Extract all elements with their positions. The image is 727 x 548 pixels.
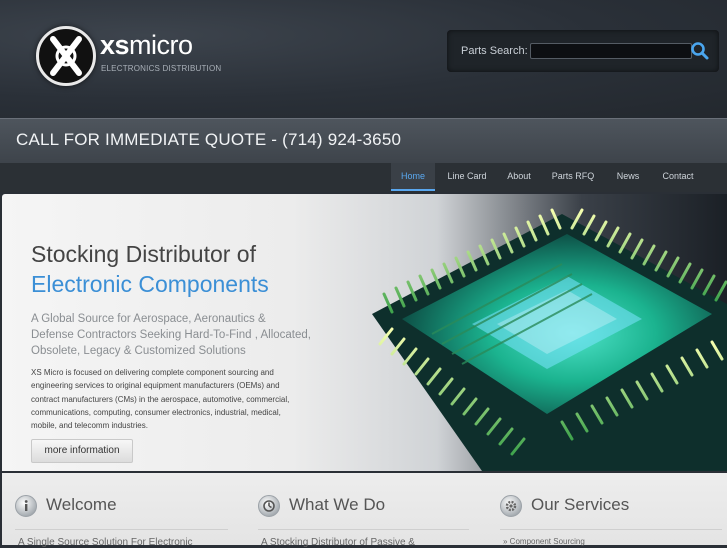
hero-subtitle: A Global Source for Aerospace, Aeronauti… [31, 313, 311, 357]
chip-image [372, 208, 727, 471]
our-services-title: Our Services [531, 495, 630, 514]
quote-text: CALL FOR IMMEDIATE QUOTE - (714) 924-365… [16, 130, 402, 149]
quote-banner: CALL FOR IMMEDIATE QUOTE - (714) 924-365… [0, 118, 727, 164]
what-we-do-column: What We Do A Stocking Distributor of Pas… [245, 473, 485, 548]
gear-icon [500, 495, 522, 517]
parts-search-input[interactable] [530, 43, 692, 59]
nav-item-about[interactable]: About [500, 163, 538, 189]
welcome-divider [15, 529, 228, 530]
features-row: Welcome A Single Source Solution For Ele… [2, 473, 727, 548]
search-label: Parts Search: [461, 45, 528, 57]
logo-icon[interactable] [36, 26, 96, 86]
search-icon[interactable] [690, 41, 710, 61]
what-we-do-title: What We Do [289, 495, 386, 514]
nav-item-news[interactable]: News [609, 163, 647, 189]
brand-rest: micro [129, 30, 193, 60]
nav-item-home[interactable]: Home [391, 163, 435, 191]
hero-body-text: XS Micro is focused on delivering comple… [31, 368, 290, 431]
our-services-column: Our Services » Component Sourcing [487, 473, 727, 546]
hero-title-line1: Stocking Distributor of [31, 241, 256, 267]
welcome-column: Welcome A Single Source Solution For Ele… [2, 473, 242, 548]
parts-search-panel: Parts Search: [447, 30, 719, 72]
site-header: xsmicro ELECTRONICS DISTRIBUTION Parts S… [0, 0, 727, 118]
more-information-button[interactable]: more information [31, 439, 133, 463]
hero-title-line2: Electronic Components [31, 271, 269, 297]
info-icon [15, 495, 37, 517]
our-services-divider [500, 529, 722, 530]
nav-item-line-card[interactable]: Line Card [441, 163, 493, 189]
brand-tagline: ELECTRONICS DISTRIBUTION [101, 64, 222, 73]
welcome-text: A Single Source Solution For Electronic [18, 537, 193, 548]
welcome-title: Welcome [46, 495, 117, 514]
what-we-do-divider [258, 529, 469, 530]
brand-name[interactable]: xsmicro [100, 30, 193, 61]
nav-item-parts-rfq[interactable]: Parts RFQ [546, 163, 600, 189]
hero-banner: Stocking Distributor of Electronic Compo… [2, 194, 727, 471]
main-nav: Home Line Card About Parts RFQ News Cont… [0, 163, 727, 192]
nav-item-contact[interactable]: Contact [656, 163, 700, 189]
brand-bold: xs [100, 30, 130, 60]
clock-icon [258, 495, 280, 517]
what-we-do-text: A Stocking Distributor of Passive & [261, 537, 415, 548]
